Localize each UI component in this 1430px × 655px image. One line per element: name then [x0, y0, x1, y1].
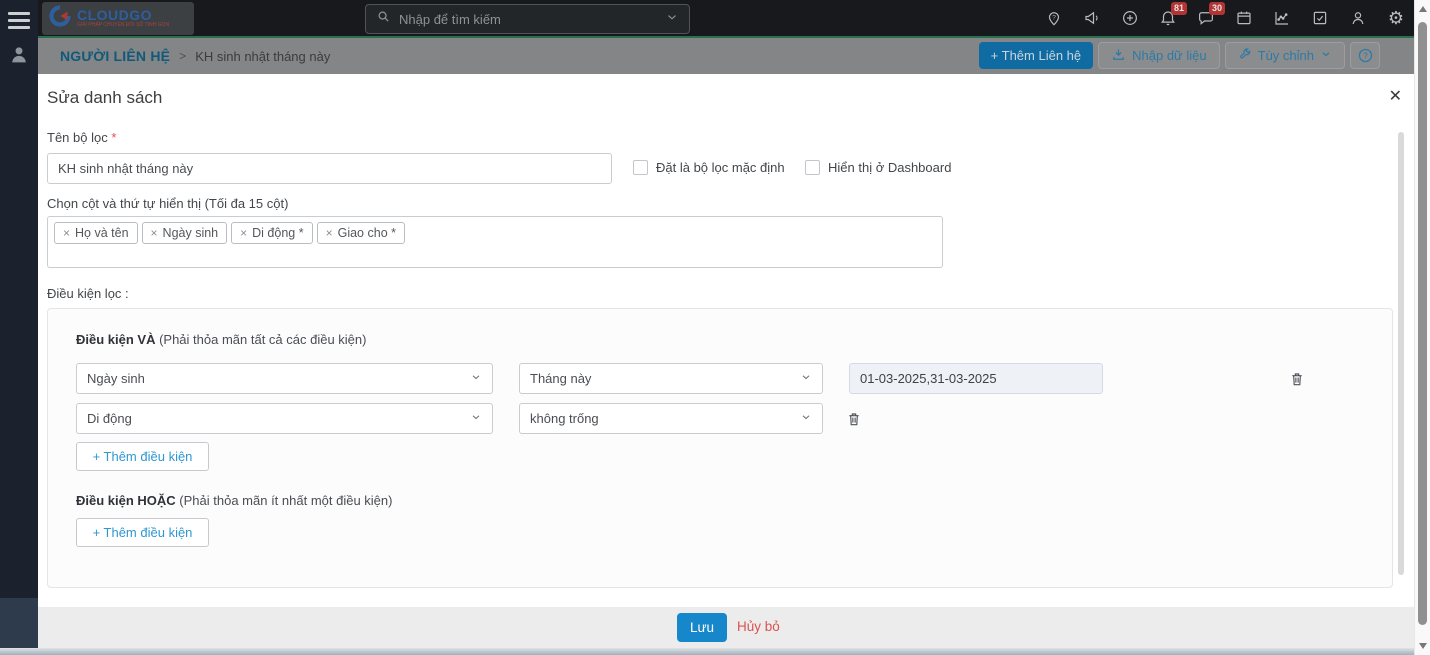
app-logo[interactable]: CLOUDGO GIẢI PHÁP CHUYỂN ĐỔI SỐ TINH GỌN — [42, 2, 194, 35]
search-icon — [376, 9, 391, 29]
chevron-down-icon — [470, 411, 482, 426]
svg-text:?: ? — [1363, 51, 1368, 60]
modal-footer: Lưu Hủy bỏ — [38, 607, 1414, 648]
logo-tagline: GIẢI PHÁP CHUYỂN ĐỔI SỐ TINH GỌN — [77, 23, 169, 29]
cloudgo-logo-icon — [48, 4, 72, 33]
condition-operator-select[interactable]: Tháng này — [519, 363, 823, 394]
breadcrumb-bar: NGƯỜI LIÊN HỆ > KH sinh nhật tháng này +… — [38, 38, 1414, 74]
hamburger-menu-icon[interactable] — [8, 12, 30, 33]
show-dashboard-checkbox[interactable] — [805, 160, 820, 175]
import-data-button[interactable]: Nhập dữ liệu — [1098, 42, 1219, 69]
close-icon[interactable]: ✕ — [1389, 86, 1402, 106]
remove-tag-icon[interactable]: × — [326, 226, 333, 240]
search-chevron-down-icon[interactable] — [665, 10, 679, 29]
help-pin-icon[interactable]: ? — [1045, 9, 1063, 27]
customize-button[interactable]: Tùy chỉnh — [1225, 42, 1345, 69]
or-conditions-title: Điều kiện HOẶC (Phải thỏa mãn ít nhất mộ… — [76, 493, 392, 508]
screen: CLOUDGO GIẢI PHÁP CHUYỂN ĐỔI SỐ TINH GỌN… — [0, 0, 1430, 655]
chevron-down-icon — [1320, 48, 1332, 63]
condition-operator-select[interactable]: không trống — [519, 403, 823, 434]
settings-gear-icon[interactable]: ⚙ — [1387, 9, 1405, 27]
and-conditions-title: Điều kiện VÀ (Phải thỏa mãn tất cả các đ… — [76, 332, 366, 347]
svg-text:?: ? — [1052, 15, 1056, 22]
required-asterisk: * — [111, 130, 116, 145]
add-new-icon[interactable] — [1121, 9, 1139, 27]
column-tag: × Di động * — [231, 222, 312, 244]
scrollbar-thumb[interactable] — [1418, 22, 1427, 625]
page-bottom-edge — [0, 648, 1414, 655]
condition-field-select[interactable]: Ngày sinh — [76, 363, 493, 394]
delete-condition-trash-icon[interactable] — [1289, 370, 1305, 388]
breadcrumb-actions: + Thêm Liên hệ Nhập dữ liệu Tùy chỉnh ? — [979, 42, 1380, 69]
left-sidebar — [0, 0, 38, 598]
breadcrumb: NGƯỜI LIÊN HỆ > KH sinh nhật tháng này — [60, 38, 330, 74]
notifications-bell-icon[interactable]: 81 — [1159, 9, 1177, 27]
column-tag: × Giao cho * — [317, 222, 405, 244]
remove-tag-icon[interactable]: × — [151, 226, 158, 240]
chevron-down-icon — [800, 411, 812, 426]
breadcrumb-separator: > — [179, 49, 186, 63]
condition-value-input[interactable]: 01-03-2025,31-03-2025 — [849, 363, 1103, 394]
filter-conditions-label: Điều kiện lọc : — [47, 286, 129, 301]
profile-person-icon[interactable] — [1349, 9, 1367, 27]
chevron-down-icon — [470, 371, 482, 386]
cancel-button[interactable]: Hủy bỏ — [737, 619, 780, 634]
sidebar-bottom-section — [0, 598, 38, 648]
scroll-down-arrow-icon[interactable] — [1419, 643, 1427, 649]
show-dashboard-label: Hiển thị ở Dashboard — [828, 160, 951, 175]
download-icon — [1111, 47, 1126, 65]
default-filter-checkbox[interactable] — [633, 160, 648, 175]
add-or-condition-button[interactable]: + Thêm điều kiện — [76, 518, 209, 547]
modal-scrollbar-thumb[interactable] — [1398, 132, 1404, 575]
add-and-condition-button[interactable]: + Thêm điều kiện — [76, 442, 209, 471]
breadcrumb-page: KH sinh nhật tháng này — [195, 49, 330, 64]
global-search-input[interactable]: Nhập để tìm kiếm — [365, 4, 690, 34]
remove-tag-icon[interactable]: × — [63, 226, 70, 240]
columns-tag-input[interactable]: × Họ và tên × Ngày sinh × Di động * × Gi… — [47, 216, 943, 268]
chevron-down-icon — [800, 371, 812, 386]
filter-name-input[interactable]: KH sinh nhật tháng này — [47, 153, 612, 184]
condition-field-select[interactable]: Di động — [76, 403, 493, 434]
top-header: CLOUDGO GIẢI PHÁP CHUYỂN ĐỔI SỐ TINH GỌN… — [38, 0, 1414, 38]
remove-tag-icon[interactable]: × — [240, 226, 247, 240]
header-icon-row: ? 81 30 — [1045, 0, 1405, 36]
help-button[interactable]: ? — [1350, 42, 1380, 69]
messages-badge: 30 — [1209, 2, 1225, 15]
search-placeholder: Nhập để tìm kiếm — [399, 12, 657, 27]
scroll-up-arrow-icon[interactable] — [1419, 6, 1427, 12]
default-filter-label: Đặt là bộ lọc mặc định — [656, 160, 785, 175]
modal-title: Sửa danh sách — [47, 88, 162, 108]
edit-list-modal: Sửa danh sách ✕ Tên bộ lọc * KH sinh nhậ… — [38, 74, 1414, 648]
notifications-badge: 81 — [1171, 2, 1187, 15]
browser-scrollbar[interactable] — [1414, 0, 1430, 655]
announcement-icon[interactable] — [1083, 9, 1101, 27]
wrench-icon — [1238, 47, 1252, 64]
sidebar-contacts-icon[interactable] — [8, 44, 30, 71]
calendar-icon[interactable] — [1235, 9, 1253, 27]
reports-chart-icon[interactable] — [1273, 9, 1291, 27]
add-contact-button[interactable]: + Thêm Liên hệ — [979, 42, 1093, 69]
tasks-check-square-icon[interactable] — [1311, 9, 1329, 27]
save-button[interactable]: Lưu — [677, 613, 727, 642]
filter-name-label: Tên bộ lọc * — [47, 130, 116, 145]
columns-label: Chọn cột và thứ tự hiển thị (Tối đa 15 c… — [47, 196, 288, 211]
messages-chat-icon[interactable]: 30 — [1197, 9, 1215, 27]
conditions-panel: Điều kiện VÀ (Phải thỏa mãn tất cả các đ… — [47, 308, 1393, 588]
column-tag: × Ngày sinh — [142, 222, 228, 244]
delete-condition-trash-icon[interactable] — [846, 410, 862, 428]
breadcrumb-module[interactable]: NGƯỜI LIÊN HỆ — [60, 48, 170, 64]
column-tag: × Họ và tên — [54, 222, 138, 244]
